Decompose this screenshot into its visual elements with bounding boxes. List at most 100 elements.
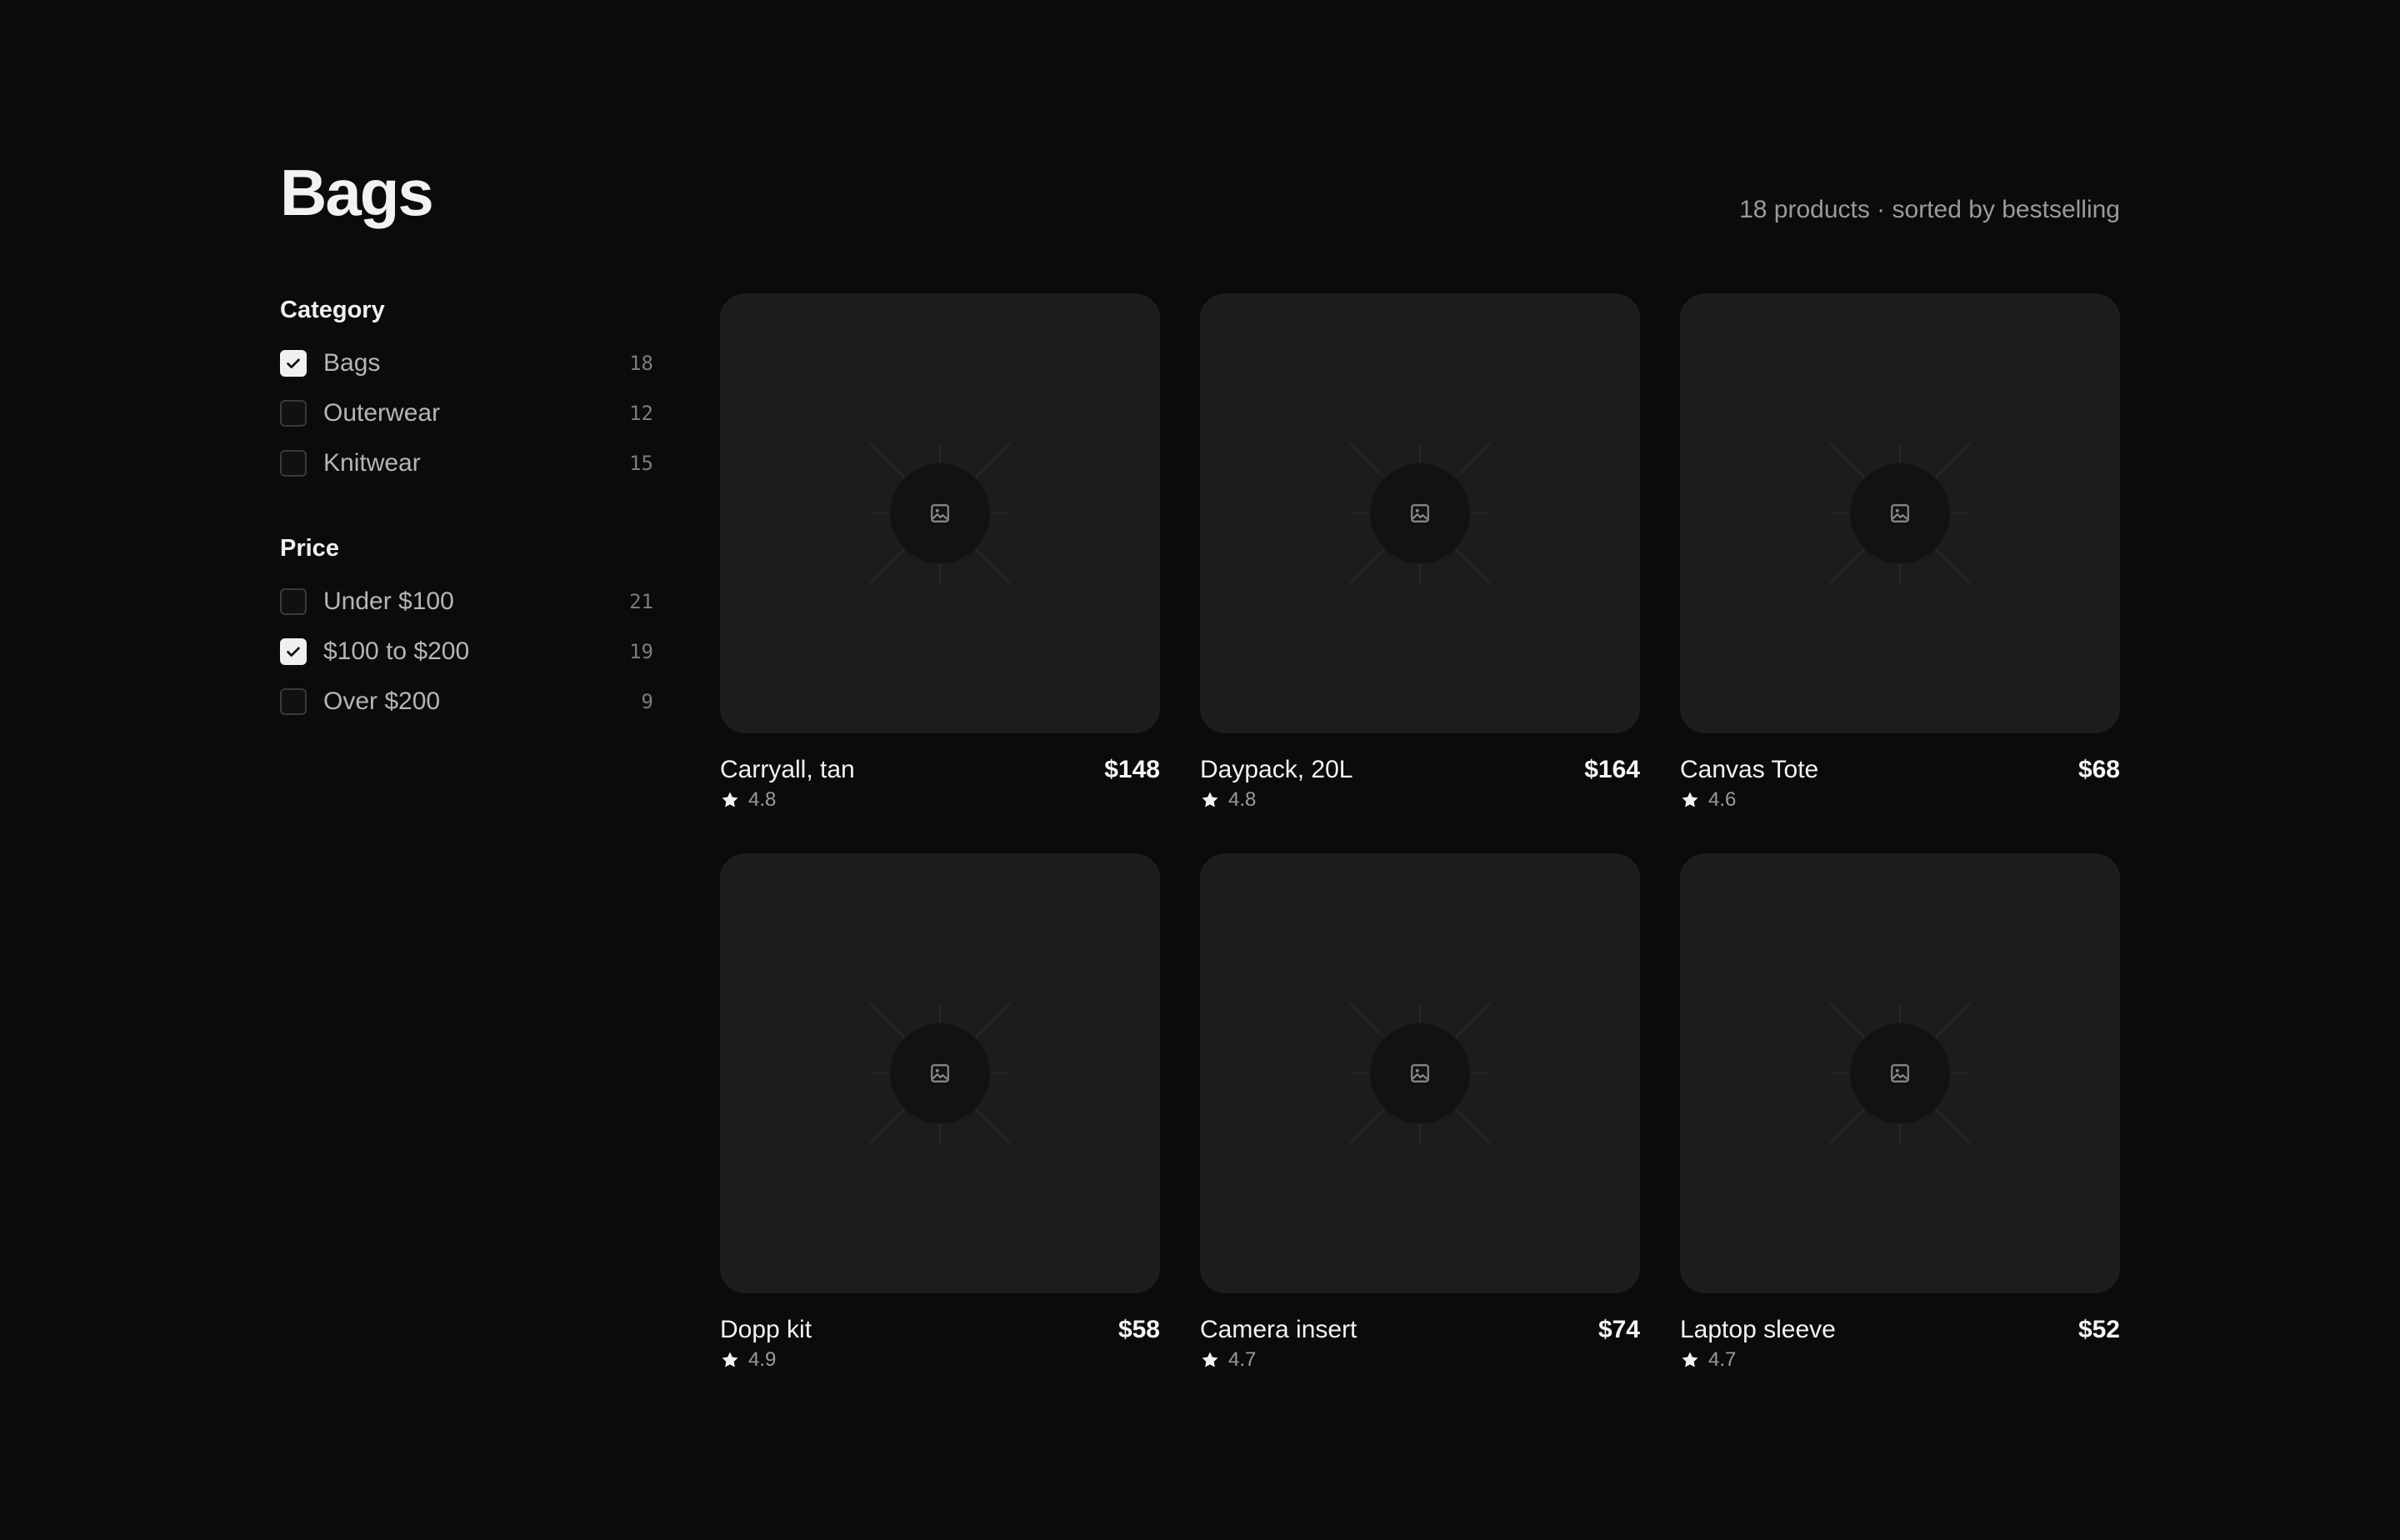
product-rating: 4.6: [1680, 788, 1818, 812]
filter-option-label: Over $200: [323, 688, 441, 715]
checkbox-under-100[interactable]: [280, 588, 307, 615]
filter-option-label: Knitwear: [323, 449, 421, 477]
product-name[interactable]: Carryall, tan: [720, 753, 855, 787]
product-info: Dopp kit 4.9 $58: [720, 1313, 1160, 1372]
checkbox-over-200[interactable]: [280, 688, 307, 715]
product-info: Canvas Tote 4.6 $68: [1680, 753, 2120, 812]
rating-value: 4.8: [1228, 788, 1257, 811]
product-name[interactable]: Daypack, 20L: [1200, 753, 1352, 787]
product-text: Carryall, tan 4.8: [720, 753, 855, 812]
placeholder-badge: [1370, 1023, 1470, 1123]
star-icon: [1202, 1352, 1218, 1368]
product-price: $52: [2078, 1316, 2120, 1343]
image-placeholder-icon: [931, 504, 949, 522]
image-placeholder-icon: [931, 1064, 949, 1082]
check-icon: [287, 358, 300, 368]
filter-option-count: 18: [629, 352, 653, 375]
product-image-placeholder[interactable]: [720, 293, 1160, 733]
checkbox-bags[interactable]: [280, 350, 307, 377]
check-icon: [287, 647, 300, 657]
page-title: Bags: [280, 156, 434, 229]
product-rating: 4.7: [1200, 1348, 1357, 1372]
star-icon: [1202, 792, 1218, 808]
filter-group-price: Price Under $100 21 $100 to $200 19 Over…: [280, 530, 653, 727]
product-image-placeholder[interactable]: [1200, 853, 1640, 1293]
filter-option-label: Under $100: [323, 588, 454, 615]
filter-option-100-to-200[interactable]: $100 to $200 19: [280, 627, 653, 677]
product-image-placeholder[interactable]: [720, 853, 1160, 1293]
filter-heading-price: Price: [280, 535, 339, 562]
product-price: $68: [2078, 756, 2120, 783]
product-image-placeholder[interactable]: [1680, 293, 2120, 733]
product-name[interactable]: Laptop sleeve: [1680, 1313, 1836, 1347]
filter-heading-category: Category: [280, 297, 385, 323]
rating-value: 4.8: [748, 788, 777, 811]
product-text: Daypack, 20L 4.8: [1200, 753, 1352, 812]
product-price: $164: [1584, 756, 1640, 783]
product-rating: 4.8: [1200, 788, 1352, 812]
image-placeholder-icon: [1891, 504, 1909, 522]
product-price: $74: [1598, 1316, 1640, 1343]
placeholder-badge: [890, 1023, 990, 1123]
product-name[interactable]: Dopp kit: [720, 1313, 812, 1347]
filter-option-under-100[interactable]: Under $100 21: [280, 577, 653, 627]
product-text: Dopp kit 4.9: [720, 1313, 812, 1372]
placeholder-badge: [890, 463, 990, 563]
filter-option-outerwear[interactable]: Outerwear 12: [280, 388, 653, 438]
product-card[interactable]: Canvas Tote 4.6 $68: [1680, 293, 2120, 812]
product-grid: Carryall, tan 4.8 $148 Daypack, 20L 4.8 …: [720, 293, 2120, 1372]
product-info: Daypack, 20L 4.8 $164: [1200, 753, 1640, 812]
placeholder-badge: [1370, 463, 1470, 563]
star-icon: [1682, 792, 1698, 808]
rating-value: 4.6: [1708, 788, 1737, 811]
filter-option-count: 19: [629, 640, 653, 663]
filter-option-count: 9: [641, 690, 653, 713]
filter-option-count: 15: [629, 452, 653, 475]
placeholder-badge: [1850, 463, 1950, 563]
placeholder-badge: [1850, 1023, 1950, 1123]
product-image-placeholder[interactable]: [1680, 853, 2120, 1293]
checkbox-100-to-200[interactable]: [280, 638, 307, 665]
star-icon: [722, 1352, 738, 1368]
rating-value: 4.7: [1228, 1348, 1257, 1371]
product-card[interactable]: Camera insert 4.7 $74: [1200, 853, 1640, 1372]
filter-option-label: Bags: [323, 349, 381, 377]
filter-option-label: $100 to $200: [323, 638, 470, 665]
filter-option-label: Outerwear: [323, 399, 441, 427]
product-text: Laptop sleeve 4.7: [1680, 1313, 1836, 1372]
product-info: Carryall, tan 4.8 $148: [720, 753, 1160, 812]
product-text: Camera insert 4.7: [1200, 1313, 1357, 1372]
filter-option-over-200[interactable]: Over $200 9: [280, 677, 653, 727]
product-rating: 4.8: [720, 788, 855, 812]
product-card[interactable]: Laptop sleeve 4.7 $52: [1680, 853, 2120, 1372]
image-placeholder-icon: [1891, 1064, 1909, 1082]
image-placeholder-icon: [1411, 504, 1429, 522]
rating-value: 4.9: [748, 1348, 777, 1371]
star-icon: [1682, 1352, 1698, 1368]
filter-option-count: 21: [629, 590, 653, 613]
product-price: $58: [1118, 1316, 1160, 1343]
filter-option-bags[interactable]: Bags 18: [280, 338, 653, 388]
image-placeholder-icon: [1411, 1064, 1429, 1082]
product-rating: 4.7: [1680, 1348, 1836, 1372]
result-summary: 18 products · sorted by bestselling: [1739, 196, 2120, 223]
product-card[interactable]: Dopp kit 4.9 $58: [720, 853, 1160, 1372]
product-name[interactable]: Canvas Tote: [1680, 753, 1818, 787]
filter-option-knitwear[interactable]: Knitwear 15: [280, 438, 653, 488]
product-info: Laptop sleeve 4.7 $52: [1680, 1313, 2120, 1372]
product-text: Canvas Tote 4.6: [1680, 753, 1818, 812]
star-icon: [722, 792, 738, 808]
filter-sidebar: Category Bags 18 Outerwear 12 Knitwear 1…: [280, 292, 653, 768]
product-card[interactable]: Carryall, tan 4.8 $148: [720, 293, 1160, 812]
rating-value: 4.7: [1708, 1348, 1737, 1371]
product-card[interactable]: Daypack, 20L 4.8 $164: [1200, 293, 1640, 812]
product-price: $148: [1104, 756, 1160, 783]
product-rating: 4.9: [720, 1348, 812, 1372]
checkbox-outerwear[interactable]: [280, 400, 307, 427]
product-name[interactable]: Camera insert: [1200, 1313, 1357, 1347]
product-image-placeholder[interactable]: [1200, 293, 1640, 733]
product-info: Camera insert 4.7 $74: [1200, 1313, 1640, 1372]
filter-option-count: 12: [629, 402, 653, 425]
filter-group-category: Category Bags 18 Outerwear 12 Knitwear 1…: [280, 292, 653, 488]
checkbox-knitwear[interactable]: [280, 450, 307, 477]
